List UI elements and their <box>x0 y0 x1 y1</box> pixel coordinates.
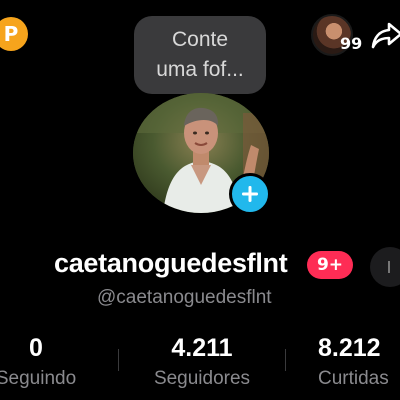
stat-divider <box>118 349 119 371</box>
user-handle: @caetanoguedesflnt <box>97 287 272 308</box>
side-action-button[interactable] <box>370 247 400 287</box>
username: caetanoguedesflnt <box>54 248 288 278</box>
share-arrow-icon[interactable] <box>370 18 400 52</box>
stat-following[interactable]: 0 Seguindo <box>0 334 92 390</box>
friends-count: 99 <box>340 34 363 53</box>
stat-likes[interactable]: 8.212 Curtidas <box>318 334 400 390</box>
stat-divider <box>285 349 286 371</box>
following-label: Seguindo <box>0 368 77 389</box>
add-avatar-button[interactable] <box>229 173 271 215</box>
profile-screen: P Conte uma fof... 99 caetanoguedesflnt … <box>0 0 400 400</box>
note-bubble[interactable]: Conte uma fof... <box>134 16 266 94</box>
coin-icon[interactable]: P <box>0 17 28 51</box>
plus-icon <box>242 186 258 202</box>
followers-count: 4.211 <box>171 334 233 362</box>
stat-followers[interactable]: 4.211 Seguidores <box>142 334 262 390</box>
followers-label: Seguidores <box>153 368 251 389</box>
notification-badge[interactable]: 9+ <box>307 251 353 279</box>
coin-letter: P <box>3 22 19 46</box>
note-line-2: uma fof... <box>156 58 244 81</box>
likes-label: Curtidas <box>318 368 389 389</box>
following-count: 0 <box>29 334 43 362</box>
note-line-1: Conte <box>171 28 229 51</box>
likes-count: 8.212 <box>318 334 381 362</box>
